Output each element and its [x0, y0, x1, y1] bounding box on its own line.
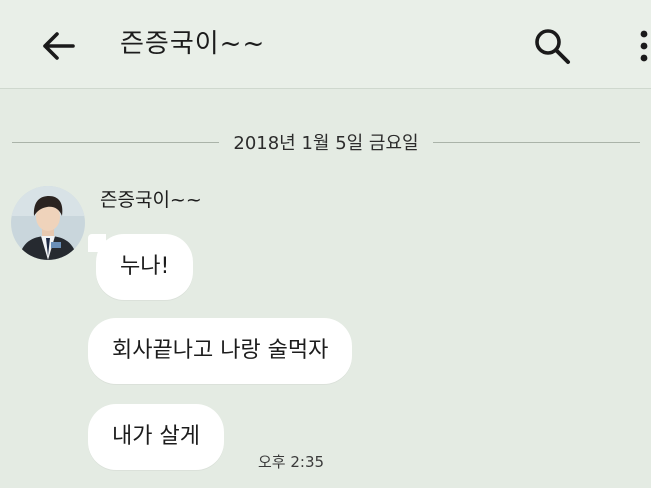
divider-line-right	[432, 141, 640, 143]
more-menu-button[interactable]	[630, 24, 651, 68]
date-divider: 2018년 1월 5일 금요일	[12, 128, 640, 156]
date-divider-text: 2018년 1월 5일 금요일	[233, 133, 419, 154]
back-arrow-icon	[43, 32, 75, 60]
message-bubble[interactable]: 누나!	[96, 234, 194, 300]
avatar-image	[11, 186, 85, 260]
more-vertical-icon	[640, 30, 648, 62]
chat-header: 즌증국이~~	[0, 0, 651, 89]
sender-name: 즌증국이~~	[100, 189, 202, 211]
message-bubble[interactable]: 회사끝나고 나랑 술먹자	[88, 318, 353, 384]
search-icon	[535, 29, 570, 64]
divider-line-left	[12, 141, 220, 143]
chat-title: 즌증국이~~	[120, 29, 266, 59]
search-button[interactable]	[528, 24, 576, 68]
avatar[interactable]	[11, 186, 85, 260]
message-timestamp: 오후 2:35	[258, 453, 325, 471]
message-bubble[interactable]: 내가 살게	[88, 404, 224, 470]
back-button[interactable]	[36, 24, 80, 68]
